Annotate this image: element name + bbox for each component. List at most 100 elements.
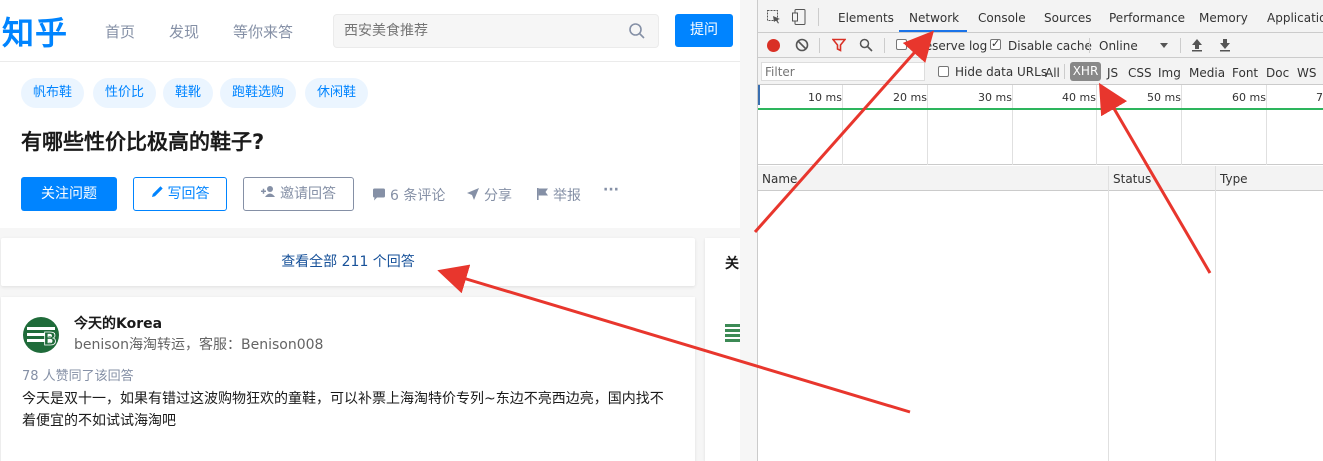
search-box xyxy=(333,14,659,48)
clear-icon[interactable] xyxy=(795,38,809,55)
more-icon[interactable]: ··· xyxy=(603,182,619,198)
report-button[interactable]: 举报 xyxy=(536,185,581,205)
filter-icon[interactable] xyxy=(831,38,847,55)
network-toolbar: Preserve log Disable cache Online xyxy=(758,33,1323,58)
topic-tag[interactable]: 休闲鞋 xyxy=(305,78,369,108)
preserve-log-label: Preserve log xyxy=(913,39,988,53)
svg-text:B: B xyxy=(43,329,57,350)
throttle-select[interactable]: Online xyxy=(1099,39,1138,53)
comments-label: 6 条评论 xyxy=(390,188,446,204)
toolbar-separator xyxy=(884,38,885,53)
filter-type-media[interactable]: Media xyxy=(1189,66,1225,80)
column-status[interactable]: Status xyxy=(1113,172,1151,186)
tab-console[interactable]: Console xyxy=(978,11,1026,25)
chevron-down-icon[interactable] xyxy=(1160,43,1168,48)
view-all-answers-button[interactable]: 查看全部 211 个回答 xyxy=(1,238,695,286)
filter-type-all[interactable]: All xyxy=(1045,66,1060,80)
topic-tag[interactable]: 帆布鞋 xyxy=(21,78,85,108)
filter-type-xhr[interactable]: XHR xyxy=(1070,62,1101,81)
topic-tag[interactable]: 跑鞋选购 xyxy=(220,78,297,108)
comment-icon xyxy=(372,188,386,205)
write-answer-label: 写回答 xyxy=(167,186,210,202)
write-answer-button[interactable]: 写回答 xyxy=(133,177,227,211)
vote-count: 78 人赞同了该回答 xyxy=(22,369,134,384)
column-type[interactable]: Type xyxy=(1220,172,1248,186)
timeline-tick: 10 ms xyxy=(808,91,842,104)
share-label: 分享 xyxy=(484,188,512,204)
sidebar-title: 关 xyxy=(725,256,739,272)
hide-data-urls-label: Hide data URLs xyxy=(955,65,1048,79)
column-divider[interactable] xyxy=(1215,166,1216,461)
search-input[interactable] xyxy=(344,21,614,41)
author-name[interactable]: 今天的Korea xyxy=(74,313,162,333)
timeline-gridline xyxy=(1012,85,1013,165)
active-tab-indicator xyxy=(899,30,967,32)
filter-separator xyxy=(1064,64,1065,79)
hide-data-urls-checkbox[interactable] xyxy=(938,66,949,77)
answer-content[interactable]: 今天是双十一，如果有错过这波购物狂欢的童鞋，可以补票上海淘特价专列~东边不亮西边… xyxy=(22,388,672,432)
tab-elements[interactable]: Elements xyxy=(838,11,894,25)
nav-home[interactable]: 首页 xyxy=(105,21,135,42)
tab-application[interactable]: Application xyxy=(1267,11,1323,25)
filter-type-js[interactable]: JS xyxy=(1107,66,1118,80)
filter-type-ws[interactable]: WS xyxy=(1297,66,1316,80)
search-icon[interactable] xyxy=(628,22,646,40)
tab-memory[interactable]: Memory xyxy=(1199,11,1248,25)
comments-button[interactable]: 6 条评论 xyxy=(372,185,445,205)
import-har-icon[interactable] xyxy=(1191,38,1203,55)
column-name[interactable]: Name xyxy=(762,172,797,186)
author-bio: benison海淘转运，客服：Benison008 xyxy=(74,337,324,353)
timeline-load-bar xyxy=(758,108,1323,110)
flag-icon xyxy=(536,187,549,205)
nav-waiting-answers[interactable]: 等你来答 xyxy=(233,21,293,42)
inspect-element-icon[interactable] xyxy=(767,10,781,27)
follow-question-button[interactable]: 关注问题 xyxy=(21,177,117,211)
sidebar-logo-icon xyxy=(725,320,740,350)
filter-type-img[interactable]: Img xyxy=(1158,66,1181,80)
filter-input[interactable] xyxy=(762,63,912,80)
preserve-log-checkbox[interactable] xyxy=(896,39,907,50)
nav-discover[interactable]: 发现 xyxy=(169,21,199,42)
topic-tag[interactable]: 鞋靴 xyxy=(163,78,214,108)
zhihu-logo[interactable]: 知乎 xyxy=(2,8,68,54)
zhihu-page: 知乎 首页 发现 等你来答 提问 帆布鞋 性价比 鞋靴 跑鞋选购 休闲鞋 有哪些… xyxy=(0,0,740,461)
question-header: 帆布鞋 性价比 鞋靴 跑鞋选购 休闲鞋 有哪些性价比极高的鞋子? 关注问题 写回… xyxy=(0,62,740,228)
tab-performance[interactable]: Performance xyxy=(1109,11,1185,25)
disable-cache-label: Disable cache xyxy=(1008,39,1092,53)
devtools-panel: Elements Network Console Sources Perform… xyxy=(757,0,1323,461)
pencil-icon xyxy=(151,178,164,210)
invite-answer-button[interactable]: 邀请回答 xyxy=(243,177,354,211)
toolbar-separator xyxy=(1180,38,1181,53)
filter-type-css[interactable]: CSS xyxy=(1128,66,1152,80)
timeline-gridline xyxy=(1181,85,1182,165)
share-button[interactable]: 分享 xyxy=(466,185,512,205)
filter-type-doc[interactable]: Doc xyxy=(1266,66,1289,80)
tab-sources[interactable]: Sources xyxy=(1044,11,1091,25)
network-overview-timeline[interactable]: 10 ms 20 ms 30 ms 40 ms 50 ms 60 ms 70 xyxy=(758,85,1323,165)
timeline-gridline xyxy=(842,85,843,165)
tab-network[interactable]: Network xyxy=(909,11,959,25)
timeline-tick: 30 ms xyxy=(978,91,1012,104)
timeline-gridline xyxy=(1266,85,1267,165)
search-icon[interactable] xyxy=(859,38,873,55)
device-toolbar-icon[interactable] xyxy=(792,9,806,28)
filter-type-font[interactable]: Font xyxy=(1232,66,1258,80)
disable-cache-checkbox[interactable] xyxy=(990,37,1001,50)
topic-tag[interactable]: 性价比 xyxy=(93,78,157,108)
share-icon xyxy=(466,187,480,205)
filter-box xyxy=(761,62,925,81)
zhihu-header: 知乎 首页 发现 等你来答 提问 xyxy=(0,0,740,62)
question-title: 有哪些性价比极高的鞋子? xyxy=(21,130,265,154)
timeline-tick: 60 ms xyxy=(1232,91,1266,104)
record-icon[interactable] xyxy=(767,39,780,52)
timeline-dom-marker xyxy=(758,85,760,105)
ask-button[interactable]: 提问 xyxy=(675,14,733,47)
avatar[interactable]: B xyxy=(22,316,60,354)
requests-table-header: Name Status Type xyxy=(758,166,1323,191)
timeline-tick: 40 ms xyxy=(1062,91,1096,104)
export-har-icon[interactable] xyxy=(1219,38,1231,55)
tab-separator xyxy=(818,8,819,26)
column-divider[interactable] xyxy=(1108,166,1109,461)
timeline-gridline xyxy=(1096,85,1097,165)
invite-answer-label: 邀请回答 xyxy=(280,186,336,202)
